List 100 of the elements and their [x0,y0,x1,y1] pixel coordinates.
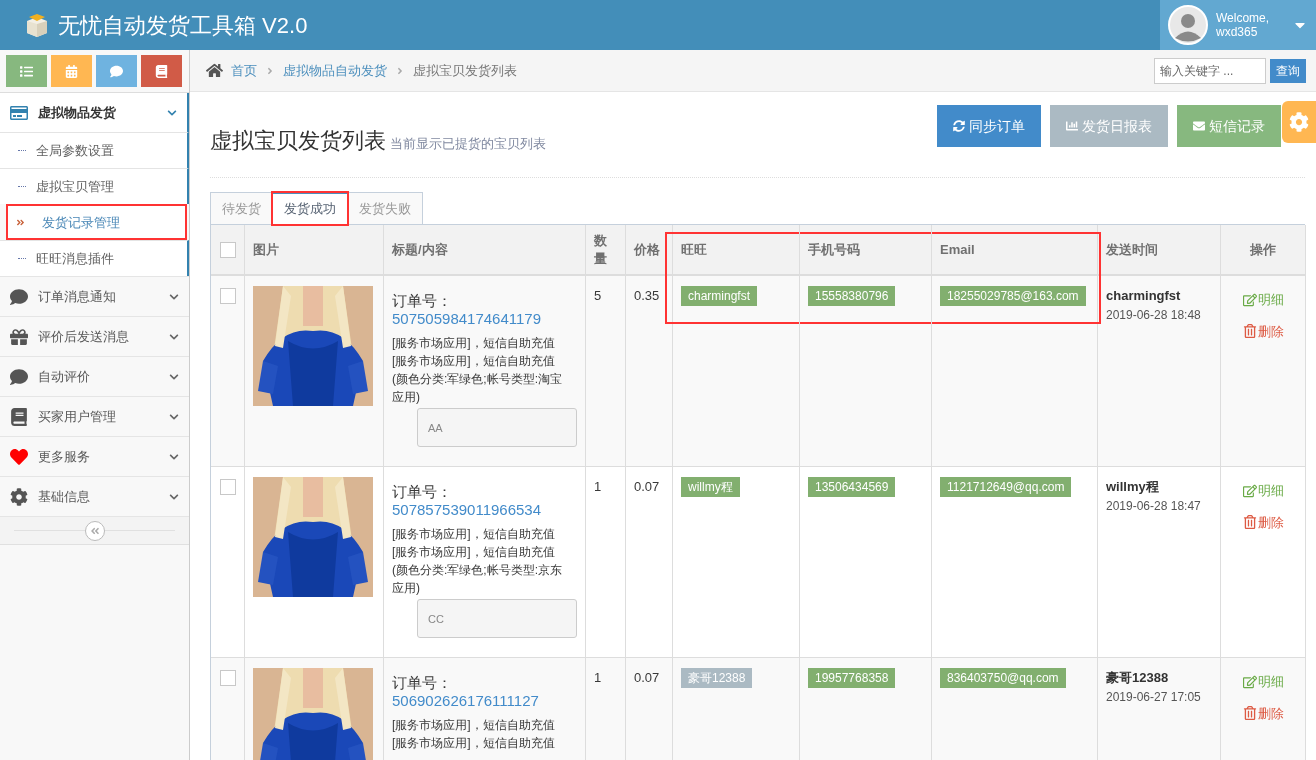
chevron-icon [169,491,179,502]
phone-label: 13506434569 [808,477,896,497]
card-icon [10,103,28,122]
double-chevron-icon [89,525,100,536]
speech-bubble-icon [10,287,28,306]
submenu-item[interactable]: 全局参数设置 [0,132,189,168]
menu-item[interactable]: 基础信息 [0,477,189,516]
home-icon [206,62,223,79]
chevron-icon [395,65,405,76]
checkbox[interactable] [219,241,236,258]
column-header: 操作 [1221,225,1306,276]
user-name: wxd365 [1216,25,1259,39]
search-button[interactable]: 查询 [1270,58,1306,83]
menu-item[interactable]: 虚拟物品发货 [0,93,189,132]
item-description: [服务市场应用]，短信自助充值 [服务市场应用]，短信自助充值 (颜色分类:军绿色;帐号类型:京东 应用) [392,526,563,597]
shortcut-button[interactable] [6,55,47,87]
column-header: 价格 [626,225,673,276]
price: 0.07 [634,479,660,494]
order-label: 订单号： [392,292,453,310]
delete-link[interactable]: 删除 [1242,321,1284,341]
quantity: 5 [594,288,602,303]
send-time: 2019-06-28 18:47 [1106,497,1202,515]
shortcut-button[interactable] [96,55,137,87]
email-label: 1121712649@qq.com [940,477,1072,497]
book-icon [10,407,28,426]
dotted-connector [18,186,26,187]
bar-chart-icon [1066,120,1078,132]
checkbox[interactable] [219,288,236,304]
trash-icon [1242,706,1257,721]
quantity: 1 [594,670,602,685]
sender-name: 豪哥12388 [1106,669,1170,687]
chevron-icon [167,107,177,118]
order-label: 订单号： [392,674,453,692]
column-header: 发送时间 [1098,225,1221,276]
chevron-icon [169,451,179,462]
page-subtitle: 当前显示已提货的宝贝列表 [390,134,546,153]
dotted-connector [18,258,26,259]
sender-name: charmingfst [1106,287,1182,305]
detail-link[interactable]: 明细 [1242,481,1284,501]
list-icon [20,64,33,78]
action-button[interactable]: 发货日报表 [1050,105,1168,147]
item-description: [服务市场应用]，短信自助充值 [服务市场应用]，短信自助充值 [392,717,556,752]
detail-link[interactable]: 明细 [1242,290,1284,310]
note-field[interactable]: CC [417,599,577,638]
search-field[interactable]: 输入关键字 ... [1154,57,1266,84]
menu-item[interactable]: 买家用户管理 [0,397,189,436]
user-menu[interactable]: Welcome, wxd365 [1160,0,1316,50]
checkbox[interactable] [219,479,236,495]
app-title: 无忧自动发货工具箱 V2.0 [58,11,308,40]
menu-item[interactable]: 更多服务 [0,437,189,476]
shortcut-button[interactable] [51,55,92,87]
submenu-item[interactable]: 旺旺消息插件 [0,240,189,276]
column-header: 标题/内容 [384,225,586,276]
tab[interactable]: 发货失败 [347,192,423,225]
trash-icon [1242,324,1257,339]
phone-label: 19957768358 [808,668,896,688]
menu-item[interactable]: 订单消息通知 [0,277,189,316]
action-button[interactable]: 同步订单 [937,105,1041,147]
wangwang-label: charmingfst [681,286,758,306]
dotted-connector [18,150,26,151]
tab[interactable]: 待发货 [210,192,273,225]
phone-label: 15558380796 [808,286,896,306]
settings-button[interactable] [1282,101,1316,143]
item-description: [服务市场应用]，短信自助充值 [服务市场应用]，短信自助充值 (颜色分类:军绿色;帐号类型:淘宝 应用) [392,335,563,406]
breadcrumb-link[interactable]: 虚拟物品自动发货 [283,60,387,81]
sender-name: willmy程 [1106,478,1160,496]
collapse-button[interactable] [84,520,105,541]
tab[interactable]: 发货成功 [272,192,348,225]
action-button[interactable]: 短信记录 [1177,105,1281,147]
delete-link[interactable]: 删除 [1242,512,1284,532]
shortcut-button[interactable] [141,55,182,87]
submenu-item[interactable]: 虚拟宝贝管理 [0,168,189,204]
edit-icon [1242,674,1257,689]
menu-item[interactable]: 评价后发送消息 [0,317,189,356]
double-chevron-icon [16,218,25,227]
menu-item[interactable]: 自动评价 [0,357,189,396]
gear-icon [10,487,28,506]
book-icon [155,64,168,78]
chevron-icon [169,411,179,422]
checkbox[interactable] [219,670,236,686]
order-number[interactable]: 507505984174641179 [392,310,577,328]
box-icon [24,12,50,38]
envelope-icon [1193,120,1205,132]
chevron-icon [169,331,179,342]
note-field[interactable]: AA [417,408,577,447]
price: 0.07 [634,670,660,685]
submenu-item[interactable]: 发货记录管理 [6,204,187,240]
delete-link[interactable]: 删除 [1242,703,1284,723]
price: 0.35 [634,288,660,303]
breadcrumb-link[interactable]: 首页 [231,60,257,81]
breadcrumb-current: 虚拟宝贝发货列表 [413,61,517,80]
email-label: 836403750@qq.com [940,668,1066,688]
order-number[interactable]: 507857539011966534 [392,501,577,519]
calendar-icon [65,64,78,78]
order-number[interactable]: 506902626176111127 [392,692,577,710]
column-header: 图片 [245,225,384,276]
send-time: 2019-06-27 17:05 [1106,688,1202,706]
detail-link[interactable]: 明细 [1242,672,1284,692]
edit-icon [1242,292,1257,307]
avatar-icon [1168,5,1208,45]
